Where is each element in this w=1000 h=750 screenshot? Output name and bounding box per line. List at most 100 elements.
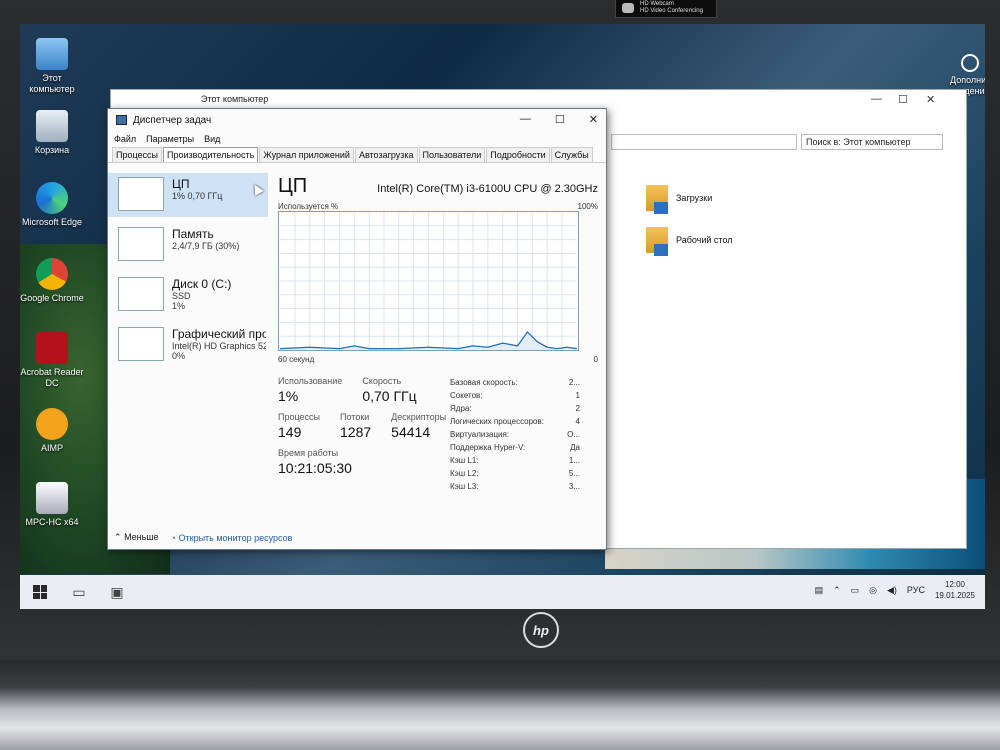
desktop-folder-icon <box>646 227 668 256</box>
close-icon[interactable]: ✕ <box>926 93 935 106</box>
volume-icon[interactable]: ◀) <box>887 585 897 596</box>
folder-icon: ▭ <box>72 583 86 600</box>
notification-icon <box>961 54 979 72</box>
tab-services[interactable]: Службы <box>550 147 593 162</box>
desktop-icon-label: Microsoft Edge <box>21 217 83 227</box>
show-hidden-icon[interactable]: ⌃ <box>833 585 841 596</box>
clock[interactable]: 12:00 19.01.2025 <box>935 579 975 601</box>
action-center-icon[interactable]: ▤ <box>815 585 824 596</box>
task-manager-title: Диспетчер задач <box>133 114 212 126</box>
desktop-icon-acrobat[interactable]: Acrobat Reader DC <box>20 332 84 389</box>
performance-sidebar: ЦП 1% 0,70 ГГц Память 2,4/7,9 ГБ (30%) Д… <box>108 173 268 503</box>
fewer-details-label: Меньше <box>124 532 159 542</box>
language-indicator[interactable]: РУС <box>907 585 925 595</box>
usage-label: Использование <box>278 376 343 386</box>
maximize-icon[interactable]: ☐ <box>555 113 565 126</box>
tab-performance[interactable]: Производительность <box>163 147 259 162</box>
battery-icon[interactable]: ▭ <box>851 585 860 596</box>
sidebar-item-line1: SSD <box>172 291 191 301</box>
task-manager-window[interactable]: Диспетчер задач — ☐ ✕ Файл Параметры Вид… <box>107 108 607 550</box>
detail-key: Базовая скорость: <box>450 378 518 387</box>
graph-ylabel: Используется % <box>278 202 339 211</box>
detail-value: Да <box>570 443 580 452</box>
folder-label: Загрузки <box>676 193 713 203</box>
tab-processes[interactable]: Процессы <box>112 147 163 162</box>
desktop-icon-label: MPC-HC x64 <box>25 517 79 527</box>
minimize-icon[interactable]: — <box>871 93 882 105</box>
graph-xlabel: 60 секунд <box>278 355 315 364</box>
desktop-icon-label: Этот компьютер <box>29 73 75 94</box>
network-icon[interactable]: ◎ <box>869 585 877 596</box>
handles-label: Дескрипторы <box>391 412 447 422</box>
chevron-up-icon: ⌃ <box>114 532 122 542</box>
speed-label: Скорость <box>362 376 402 386</box>
taskbar-task-manager[interactable]: ▣ <box>98 575 136 609</box>
open-resource-monitor-link[interactable]: ◔ Открыть монитор ресурсов <box>171 533 293 543</box>
desktop-icon-chrome[interactable]: Google Chrome <box>20 258 84 304</box>
detail-key: Поддержка Hyper-V: <box>450 443 526 452</box>
minimize-icon[interactable]: — <box>520 113 531 126</box>
sidebar-item-cpu[interactable]: ЦП 1% 0,70 ГГц <box>108 173 268 217</box>
desktop-icon-this-pc[interactable]: Этот компьютер <box>20 38 84 95</box>
webcam-line2: HD Video Conferencing <box>640 8 703 14</box>
gpu-thumbnail <box>118 327 164 361</box>
menu-options[interactable]: Параметры <box>146 134 194 144</box>
detail-value: 5... <box>568 469 580 478</box>
sidebar-item-name: Диск 0 (C:) <box>172 277 232 291</box>
desktop-icon-label: Корзина <box>34 145 70 155</box>
webcam-sticker: HD Webcam HD Video Conferencing <box>615 0 717 18</box>
menu-file[interactable]: Файл <box>114 134 136 144</box>
desktop-icon-mpc[interactable]: MPC-HC x64 <box>20 482 84 528</box>
explorer-title: Этот компьютер <box>201 94 269 104</box>
task-manager-icon: ▣ <box>110 583 124 600</box>
mpc-icon <box>36 482 68 514</box>
sidebar-item-line1: 1% 0,70 ГГц <box>172 191 223 201</box>
tab-users[interactable]: Пользователи <box>418 147 486 162</box>
tab-startup[interactable]: Автозагрузка <box>354 147 418 162</box>
webcam-line1: HD Webcam <box>640 1 674 7</box>
threads-value: 1287 <box>340 424 372 440</box>
maximize-icon[interactable]: ☐ <box>898 93 908 106</box>
search-input[interactable]: Поиск в: Этот компьютер <box>801 134 943 150</box>
detail-value: 3... <box>568 482 580 491</box>
cpu-thumbnail <box>118 177 164 211</box>
folder-downloads[interactable]: Загрузки <box>646 185 713 214</box>
handles-value: 54414 <box>391 424 431 440</box>
tab-details[interactable]: Подробности <box>486 147 550 162</box>
address-bar[interactable] <box>611 134 797 150</box>
acrobat-icon <box>36 332 68 364</box>
sidebar-item-disk[interactable]: Диск 0 (C:) SSD 1% <box>108 273 268 317</box>
computer-icon <box>36 38 68 70</box>
detail-value: 4 <box>575 417 580 426</box>
memory-thumbnail <box>118 227 164 261</box>
folder-label: Рабочий стол <box>676 235 733 245</box>
processes-label: Процессы <box>278 412 321 422</box>
taskbar-explorer[interactable]: ▭ <box>60 575 98 609</box>
close-icon[interactable]: ✕ <box>589 113 598 126</box>
laptop-hinge <box>0 660 1000 750</box>
threads-label: Потоки <box>340 412 370 422</box>
sidebar-item-memory[interactable]: Память 2,4/7,9 ГБ (30%) <box>108 223 268 267</box>
aimp-icon <box>36 408 68 440</box>
cpu-model: Intel(R) Core(TM) i3-6100U CPU @ 2.30GHz <box>377 183 598 195</box>
detail-key: Виртуализация: <box>450 430 510 439</box>
folder-desktop[interactable]: Рабочий стол <box>646 227 733 256</box>
menu-view[interactable]: Вид <box>204 134 220 144</box>
detail-value: 1... <box>568 456 580 465</box>
system-tray: ▤ ⌃ ▭ ◎ ◀) РУС 12:00 19.01.2025 <box>815 579 975 601</box>
sidebar-item-gpu[interactable]: Графический про Intel(R) HD Graphics 520… <box>108 323 268 367</box>
desktop-icon-recycle-bin[interactable]: Корзина <box>20 110 84 156</box>
clock-date: 19.01.2025 <box>934 591 975 600</box>
resource-monitor-icon: ◔ <box>170 532 176 543</box>
fewer-details-button[interactable]: ⌃ Меньше <box>114 532 159 543</box>
task-manager-icon <box>116 115 127 125</box>
downloads-folder-icon <box>646 185 668 214</box>
detail-key: Ядра: <box>450 404 472 413</box>
start-button[interactable] <box>20 575 60 609</box>
graph-ymax: 100% <box>577 202 598 211</box>
tab-app-history[interactable]: Журнал приложений <box>259 147 354 162</box>
desktop-icon-edge[interactable]: Microsoft Edge <box>20 182 84 228</box>
desktop-icon-aimp[interactable]: AIMP <box>20 408 84 454</box>
sidebar-item-line1: 2,4/7,9 ГБ (30%) <box>172 241 240 251</box>
hp-logo: hp <box>523 612 559 648</box>
